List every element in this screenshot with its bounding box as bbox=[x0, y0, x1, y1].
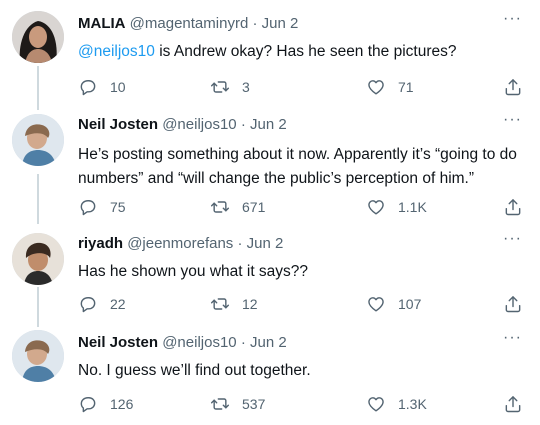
tweet-thread: MALIA @magentaminyrd · Jun 2 ··· @neiljo… bbox=[0, 0, 540, 425]
heart-icon bbox=[366, 394, 386, 414]
tweet-date[interactable]: Jun 2 bbox=[262, 15, 299, 32]
tweet-actions: 22 12 107 bbox=[78, 292, 523, 316]
like-button[interactable]: 1.1K bbox=[366, 195, 427, 219]
retweet-icon bbox=[210, 77, 230, 97]
share-icon bbox=[503, 394, 523, 414]
retweet-button[interactable]: 3 bbox=[210, 75, 250, 99]
retweet-icon bbox=[210, 294, 230, 314]
avatar[interactable] bbox=[12, 114, 64, 166]
retweet-count: 537 bbox=[242, 396, 266, 412]
like-count: 1.3K bbox=[398, 396, 427, 412]
display-name[interactable]: riyadh bbox=[78, 235, 123, 252]
retweet-icon bbox=[210, 394, 230, 414]
avatar[interactable] bbox=[12, 11, 64, 63]
like-count: 107 bbox=[398, 296, 422, 312]
tweet-actions: 126 537 1.3K bbox=[78, 392, 523, 416]
user-handle[interactable]: @jeenmorefans bbox=[127, 235, 233, 252]
separator-dot: · bbox=[240, 334, 246, 351]
tweet-date[interactable]: Jun 2 bbox=[250, 116, 287, 133]
tweet[interactable]: riyadh @jeenmorefans · Jun 2 ··· Has he … bbox=[0, 226, 540, 326]
like-button[interactable]: 107 bbox=[366, 292, 421, 316]
tweet-header: MALIA @magentaminyrd · Jun 2 bbox=[78, 14, 298, 34]
share-icon bbox=[503, 294, 523, 314]
tweet-text-content: is Andrew okay? Has he seen the pictures… bbox=[154, 43, 457, 60]
reply-icon bbox=[78, 394, 98, 414]
more-options-button[interactable]: ··· bbox=[503, 230, 522, 248]
reply-count: 22 bbox=[110, 296, 126, 312]
share-button[interactable] bbox=[503, 392, 523, 416]
reply-button[interactable]: 22 bbox=[78, 292, 126, 316]
tweet[interactable]: MALIA @magentaminyrd · Jun 2 ··· @neiljo… bbox=[0, 0, 540, 108]
more-options-button[interactable]: ··· bbox=[503, 111, 522, 129]
tweet[interactable]: Neil Josten @neiljos10 · Jun 2 ··· No. I… bbox=[0, 326, 540, 425]
display-name[interactable]: MALIA bbox=[78, 15, 126, 32]
avatar[interactable] bbox=[12, 233, 64, 285]
retweet-count: 12 bbox=[242, 296, 258, 312]
retweet-button[interactable]: 537 bbox=[210, 392, 265, 416]
avatar[interactable] bbox=[12, 330, 64, 382]
like-button[interactable]: 1.3K bbox=[366, 392, 427, 416]
like-button[interactable]: 71 bbox=[366, 75, 414, 99]
separator-dot: · bbox=[252, 15, 258, 32]
tweet-text-content: Has he shown you what it says?? bbox=[78, 263, 309, 280]
retweet-button[interactable]: 12 bbox=[210, 292, 258, 316]
tweet-header: riyadh @jeenmorefans · Jun 2 bbox=[78, 234, 283, 254]
user-handle[interactable]: @neiljos10 bbox=[162, 116, 236, 133]
reply-icon bbox=[78, 197, 98, 217]
separator-dot: · bbox=[237, 235, 243, 252]
like-count: 71 bbox=[398, 79, 414, 95]
tweet-text: @neiljos10 is Andrew okay? Has he seen t… bbox=[78, 40, 523, 64]
retweet-count: 671 bbox=[242, 199, 266, 215]
like-count: 1.1K bbox=[398, 199, 427, 215]
reply-button[interactable]: 10 bbox=[78, 75, 126, 99]
tweet[interactable]: Neil Josten @neiljos10 · Jun 2 ··· He’s … bbox=[0, 108, 540, 226]
more-options-button[interactable]: ··· bbox=[503, 329, 522, 347]
display-name[interactable]: Neil Josten bbox=[78, 116, 158, 133]
separator-dot: · bbox=[240, 116, 246, 133]
reply-count: 75 bbox=[110, 199, 126, 215]
reply-count: 126 bbox=[110, 396, 134, 412]
share-icon bbox=[503, 77, 523, 97]
tweet-date[interactable]: Jun 2 bbox=[247, 235, 284, 252]
share-button[interactable] bbox=[503, 195, 523, 219]
share-button[interactable] bbox=[503, 292, 523, 316]
reply-icon bbox=[78, 77, 98, 97]
reply-count: 10 bbox=[110, 79, 126, 95]
heart-icon bbox=[366, 197, 386, 217]
tweet-text-content: He’s posting something about it now. App… bbox=[78, 146, 517, 187]
reply-icon bbox=[78, 294, 98, 314]
more-options-button[interactable]: ··· bbox=[503, 10, 522, 28]
share-button[interactable] bbox=[503, 75, 523, 99]
mention-link[interactable]: @neiljos10 bbox=[78, 43, 155, 60]
tweet-date[interactable]: Jun 2 bbox=[250, 334, 287, 351]
retweet-icon bbox=[210, 197, 230, 217]
tweet-actions: 75 671 1.1K bbox=[78, 195, 523, 219]
display-name[interactable]: Neil Josten bbox=[78, 334, 158, 351]
share-icon bbox=[503, 197, 523, 217]
reply-button[interactable]: 75 bbox=[78, 195, 126, 219]
user-handle[interactable]: @neiljos10 bbox=[162, 334, 236, 351]
heart-icon bbox=[366, 77, 386, 97]
tweet-text: He’s posting something about it now. App… bbox=[78, 143, 523, 191]
tweet-text: No. I guess we’ll find out together. bbox=[78, 359, 523, 383]
retweet-count: 3 bbox=[242, 79, 250, 95]
retweet-button[interactable]: 671 bbox=[210, 195, 265, 219]
heart-icon bbox=[366, 294, 386, 314]
reply-button[interactable]: 126 bbox=[78, 392, 133, 416]
tweet-header: Neil Josten @neiljos10 · Jun 2 bbox=[78, 115, 287, 135]
tweet-actions: 10 3 71 bbox=[78, 75, 523, 99]
tweet-text: Has he shown you what it says?? bbox=[78, 260, 523, 284]
user-handle[interactable]: @magentaminyrd bbox=[130, 15, 249, 32]
tweet-text-content: No. I guess we’ll find out together. bbox=[78, 362, 311, 379]
tweet-header: Neil Josten @neiljos10 · Jun 2 bbox=[78, 333, 287, 353]
